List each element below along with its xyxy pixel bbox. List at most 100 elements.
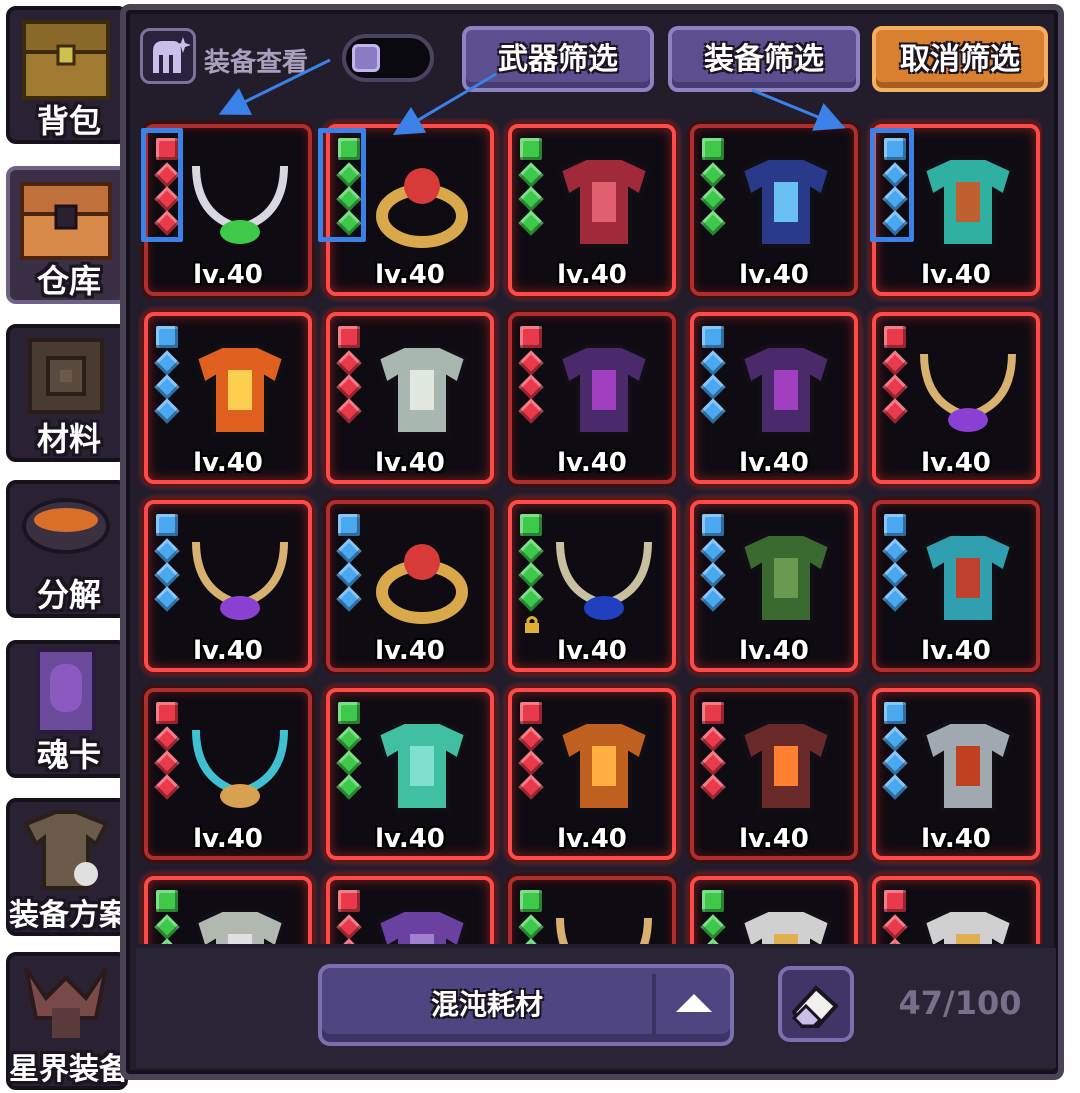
necklace-purple-icon (920, 353, 1016, 432)
green-gem-icon (336, 774, 362, 800)
item-slot[interactable]: lv.40 (508, 688, 676, 860)
item-slot[interactable]: lv.40 (690, 124, 858, 296)
item-slot[interactable] (690, 876, 858, 944)
weapon-filter-button[interactable]: 武器筛选 (462, 26, 654, 92)
red-gem-icon (884, 890, 906, 912)
equipment-view-toggle[interactable] (342, 34, 434, 82)
blue-gem-icon (882, 750, 908, 776)
red-gem-icon (154, 726, 180, 752)
item-slot[interactable]: lv.40 (326, 688, 494, 860)
eraser-button[interactable] (778, 966, 854, 1042)
blue-gem-icon (882, 538, 908, 564)
category-dropdown[interactable]: 混沌耗材 (318, 964, 734, 1046)
item-level: lv.40 (921, 260, 991, 290)
sidebar-tab-decompose[interactable]: 分解 (0, 474, 134, 624)
sidebar-tab-materials[interactable]: 材料 (0, 318, 134, 468)
item-slot[interactable]: lv.40 (508, 124, 676, 296)
blue-gem-icon (156, 326, 178, 348)
gem-column (700, 702, 726, 802)
boot-teal-icon (375, 720, 469, 812)
item-slot[interactable] (326, 876, 494, 944)
armor-flame-icon (557, 720, 651, 812)
item-slot[interactable]: lv.40 (690, 312, 858, 484)
warehouse-chest-icon (20, 182, 112, 260)
red-gem-icon (336, 398, 362, 424)
gem-column (154, 890, 180, 944)
item-level: lv.40 (557, 260, 627, 290)
red-gem-icon (518, 350, 544, 376)
sidebar-tab-astral-equipment[interactable]: 星界装备 (0, 946, 134, 1093)
gem-column (882, 514, 908, 614)
gem-column (336, 514, 362, 614)
blue-gem-icon (154, 586, 180, 612)
blue-gem-icon (156, 514, 178, 536)
equipment-view-icon[interactable] (140, 28, 196, 84)
green-gem-icon (700, 162, 726, 188)
red-gem-icon (156, 702, 178, 724)
item-slot[interactable]: lv.40 (872, 688, 1040, 860)
item-slot[interactable]: lv.40 (326, 500, 494, 672)
green-gem-icon (154, 938, 180, 944)
capacity-count: 47/100 (898, 984, 1022, 1022)
sidebar-tab-warehouse[interactable]: 仓库 (0, 160, 134, 310)
item-level: lv.40 (921, 824, 991, 854)
item-slot[interactable]: lv.40 (144, 688, 312, 860)
gem-column (700, 890, 726, 944)
blue-gem-icon (702, 326, 724, 348)
red-gem-icon (338, 326, 360, 348)
item-slot[interactable]: lv.40 (144, 500, 312, 672)
red-gem-icon (336, 350, 362, 376)
red-gem-icon (336, 374, 362, 400)
gem-column (700, 326, 726, 426)
blue-gem-icon (336, 538, 362, 564)
sidebar-tab-equipment-plan[interactable]: 装备方案 (0, 792, 134, 942)
item-slot[interactable] (872, 876, 1040, 944)
gem-column (518, 138, 544, 238)
green-gem-icon (520, 138, 542, 160)
chevron-up-icon[interactable] (676, 994, 712, 1012)
red-gem-icon (882, 398, 908, 424)
equipment-filter-button[interactable]: 装备筛选 (668, 26, 860, 92)
blue-gem-icon (700, 562, 726, 588)
item-level: lv.40 (193, 448, 263, 478)
item-slot[interactable]: lv.40 (508, 312, 676, 484)
hat-icon (739, 156, 833, 248)
category-dropdown-label: 混沌耗材 (430, 988, 543, 1021)
green-gem-icon (338, 702, 360, 724)
item-level: lv.40 (193, 636, 263, 666)
necklace-teal-icon (192, 729, 288, 808)
red-gem-icon (700, 726, 726, 752)
item-slot[interactable]: lv.40 (690, 500, 858, 672)
item-level: lv.40 (557, 824, 627, 854)
gem-column (518, 514, 544, 614)
sidebar-tab-soul-card[interactable]: 魂卡 (0, 634, 134, 784)
red-gem-icon (882, 374, 908, 400)
gem-column (882, 890, 908, 944)
gem-column (336, 890, 362, 944)
item-slot[interactable] (508, 876, 676, 944)
green-gem-icon (518, 210, 544, 236)
gem-column (154, 514, 180, 614)
red-gem-icon (518, 726, 544, 752)
item-slot[interactable]: lv.40 (872, 500, 1040, 672)
item-slot[interactable]: lv.40 (690, 688, 858, 860)
item-slot[interactable]: lv.40 (144, 312, 312, 484)
item-level: lv.40 (739, 824, 809, 854)
gem-column (700, 514, 726, 614)
lock-icon (522, 614, 542, 634)
soul-card-icon (36, 648, 96, 734)
item-slot[interactable]: lv.40 (326, 312, 494, 484)
red-gem-icon (700, 774, 726, 800)
item-slot[interactable]: lv.40 (872, 312, 1040, 484)
green-gem-icon (700, 938, 726, 944)
red-gem-icon (338, 890, 360, 912)
cancel-filter-button[interactable]: 取消筛选 (872, 26, 1048, 92)
red-gem-icon (702, 702, 724, 724)
item-slot[interactable] (144, 876, 312, 944)
gem-column (700, 138, 726, 238)
ring-icon (376, 168, 468, 248)
blue-gem-icon (154, 538, 180, 564)
item-slot[interactable]: lv.40 (508, 500, 676, 672)
blue-gem-icon (882, 774, 908, 800)
sidebar-tab-backpack[interactable]: 背包 (0, 0, 134, 150)
